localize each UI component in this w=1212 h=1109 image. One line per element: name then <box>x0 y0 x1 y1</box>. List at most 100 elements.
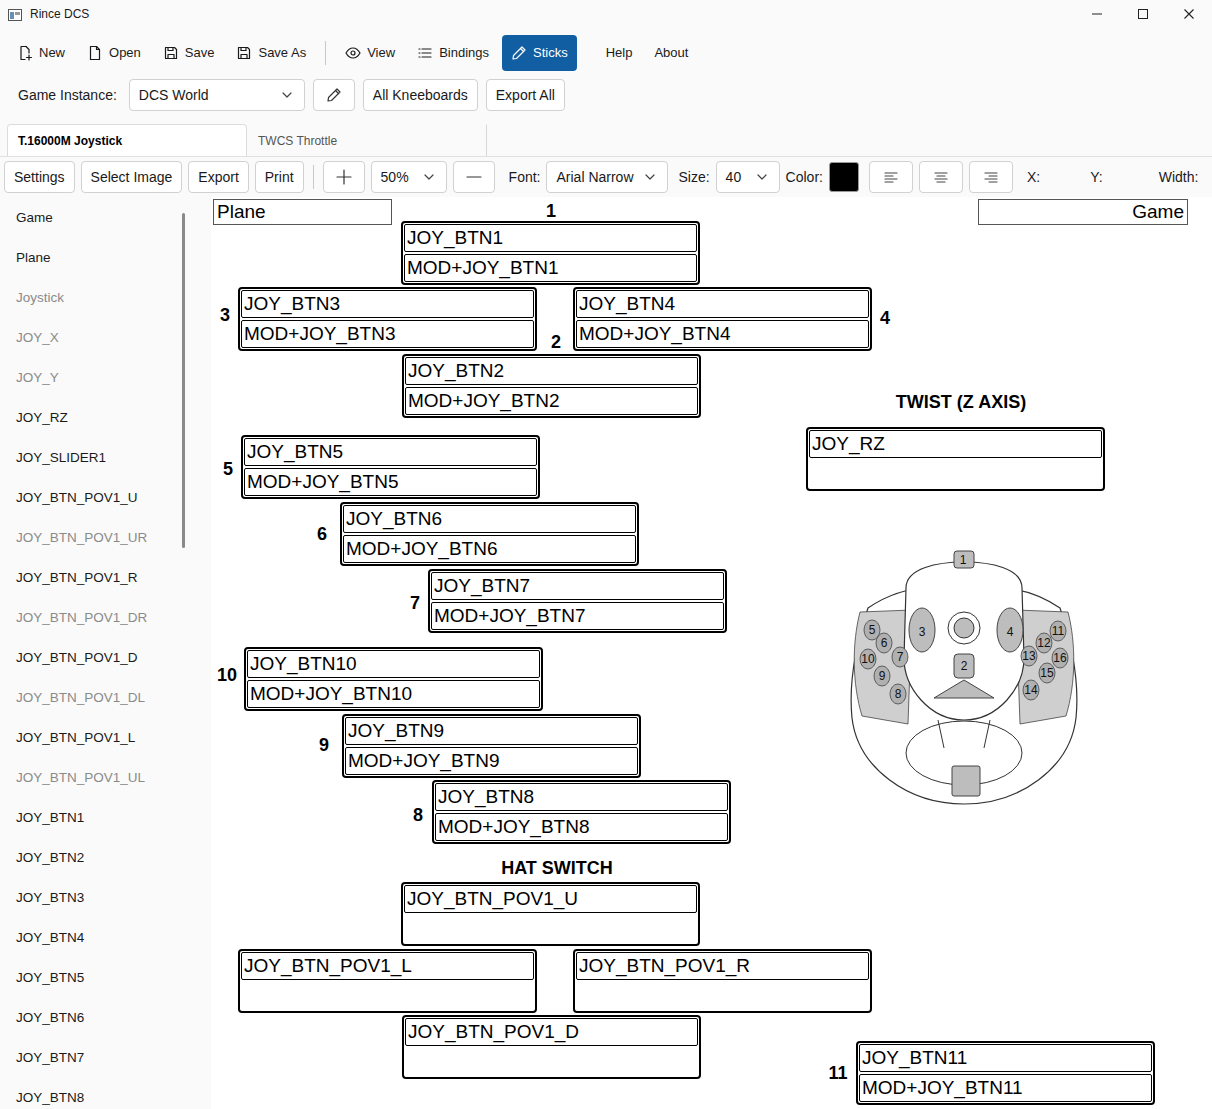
sidebar-item[interactable]: JOY_SLIDER1 <box>0 438 211 478</box>
sidebar-item[interactable]: JOY_BTN2 <box>0 838 211 878</box>
zoom-out-button[interactable] <box>453 161 495 193</box>
binding-primary[interactable]: JOY_BTN2 <box>405 357 698 385</box>
font-select[interactable]: Arial Narrow <box>546 161 668 193</box>
binding-box[interactable]: JOY_BTN5MOD+JOY_BTN5 <box>241 435 540 499</box>
color-swatch[interactable] <box>829 162 859 192</box>
scrollbar[interactable] <box>182 213 185 548</box>
binding-modified[interactable]: MOD+JOY_BTN6 <box>343 535 636 563</box>
tab[interactable]: TWCS Throttle <box>247 124 487 156</box>
binding-box[interactable]: JOY_BTN_POV1_R <box>573 949 872 1013</box>
toolbar-button[interactable]: Open <box>78 35 150 71</box>
sidebar-item[interactable]: JOY_BTN_POV1_DL <box>0 678 211 718</box>
sidebar-item[interactable]: Joystick <box>0 278 211 318</box>
all-kneeboards-button[interactable]: All Kneeboards <box>363 79 478 111</box>
binding-modified[interactable]: MOD+JOY_BTN9 <box>345 747 638 775</box>
sidebar-item[interactable]: JOY_BTN8 <box>0 1078 211 1109</box>
sidebar-item[interactable]: JOY_BTN_POV1_UR <box>0 518 211 558</box>
binding-box[interactable]: JOY_BTN6MOD+JOY_BTN6 <box>340 502 639 566</box>
sidebar-item[interactable]: JOY_BTN_POV1_D <box>0 638 211 678</box>
binding-box[interactable]: JOY_RZ <box>806 427 1105 491</box>
sidebar-item[interactable]: JOY_BTN1 <box>0 798 211 838</box>
binding-primary[interactable]: JOY_BTN10 <box>247 650 540 678</box>
binding-box[interactable]: JOY_BTN9MOD+JOY_BTN9 <box>342 714 641 778</box>
binding-primary[interactable]: JOY_BTN4 <box>576 290 869 318</box>
toolbar-button[interactable]: Sticks <box>502 35 577 71</box>
sidebar-item[interactable]: Plane <box>0 238 211 278</box>
binding-box[interactable]: JOY_BTN_POV1_U <box>401 882 700 946</box>
print-button[interactable]: Print <box>255 161 304 193</box>
binding-modified[interactable]: MOD+JOY_BTN2 <box>405 387 698 415</box>
canvas-field[interactable]: Plane <box>213 199 392 225</box>
sidebar-item[interactable]: JOY_RZ <box>0 398 211 438</box>
export-button[interactable]: Export <box>188 161 248 193</box>
sidebar-item[interactable]: JOY_BTN4 <box>0 918 211 958</box>
canvas-heading[interactable]: HAT SWITCH <box>501 859 613 879</box>
sidebar-item[interactable]: JOY_BTN_POV1_DR <box>0 598 211 638</box>
select-image-button[interactable]: Select Image <box>81 161 183 193</box>
size-select[interactable]: 40 <box>716 161 780 193</box>
binding-modified[interactable]: MOD+JOY_BTN11 <box>859 1074 1152 1102</box>
binding-modified[interactable]: MOD+JOY_BTN10 <box>247 680 540 708</box>
toolbar-button[interactable]: New <box>8 35 74 71</box>
tab[interactable]: T.16000M Joystick <box>7 124 247 156</box>
align-button[interactable] <box>969 161 1013 193</box>
binding-modified[interactable]: MOD+JOY_BTN5 <box>244 468 537 496</box>
binding-modified[interactable] <box>404 915 697 943</box>
binding-box[interactable]: JOY_BTN10MOD+JOY_BTN10 <box>244 647 543 711</box>
edit-instance-button[interactable] <box>313 79 355 111</box>
binding-box[interactable]: JOY_BTN7MOD+JOY_BTN7 <box>428 569 727 633</box>
binding-box[interactable]: JOY_BTN1MOD+JOY_BTN1 <box>401 221 700 285</box>
binding-box[interactable]: JOY_BTN_POV1_L <box>238 949 537 1013</box>
sidebar-item[interactable]: JOY_X <box>0 318 211 358</box>
toolbar-button[interactable]: Save As <box>227 35 315 71</box>
sidebar-item[interactable]: JOY_BTN7 <box>0 1038 211 1078</box>
binding-primary[interactable]: JOY_BTN11 <box>859 1044 1152 1072</box>
binding-primary[interactable]: JOY_BTN9 <box>345 717 638 745</box>
maximize-icon[interactable] <box>1120 0 1166 28</box>
zoom-select[interactable]: 50% <box>371 161 447 193</box>
binding-box[interactable]: JOY_BTN_POV1_D <box>402 1015 701 1079</box>
binding-primary[interactable]: JOY_BTN5 <box>244 438 537 466</box>
sidebar-item[interactable]: JOY_BTN_POV1_U <box>0 478 211 518</box>
binding-modified[interactable] <box>576 982 869 1010</box>
binding-box[interactable]: JOY_BTN8MOD+JOY_BTN8 <box>432 780 731 844</box>
align-button[interactable] <box>919 161 963 193</box>
binding-primary[interactable]: JOY_BTN6 <box>343 505 636 533</box>
layout-canvas[interactable]: PlaneGameHAT SWITCHTWIST (Z AXIS)JOY_BTN… <box>211 197 1190 1109</box>
toolbar-button[interactable]: Help <box>597 35 642 71</box>
binding-primary[interactable]: JOY_BTN8 <box>435 783 728 811</box>
align-button[interactable] <box>869 161 913 193</box>
binding-primary[interactable]: JOY_BTN_POV1_L <box>241 952 534 980</box>
sidebar-item[interactable]: JOY_BTN5 <box>0 958 211 998</box>
sidebar-item[interactable]: JOY_Y <box>0 358 211 398</box>
binding-modified[interactable]: MOD+JOY_BTN4 <box>576 320 869 348</box>
binding-modified[interactable] <box>241 982 534 1010</box>
binding-modified[interactable]: MOD+JOY_BTN7 <box>431 602 724 630</box>
sidebar-item[interactable]: Game <box>0 198 211 238</box>
settings-button[interactable]: Settings <box>4 161 75 193</box>
binding-primary[interactable]: JOY_BTN_POV1_D <box>405 1018 698 1046</box>
sidebar-item[interactable]: JOY_BTN_POV1_UL <box>0 758 211 798</box>
sidebar-item[interactable]: JOY_BTN_POV1_L <box>0 718 211 758</box>
binding-modified[interactable]: MOD+JOY_BTN8 <box>435 813 728 841</box>
binding-primary[interactable]: JOY_BTN_POV1_R <box>576 952 869 980</box>
binding-box[interactable]: JOY_BTN11MOD+JOY_BTN11 <box>856 1041 1155 1105</box>
zoom-in-button[interactable] <box>323 161 365 193</box>
binding-primary[interactable]: JOY_BTN1 <box>404 224 697 252</box>
binding-box[interactable]: JOY_BTN2MOD+JOY_BTN2 <box>402 354 701 418</box>
binding-primary[interactable]: JOY_BTN3 <box>241 290 534 318</box>
minimize-icon[interactable] <box>1074 0 1120 28</box>
sidebar-item[interactable]: JOY_BTN_POV1_R <box>0 558 211 598</box>
export-all-button[interactable]: Export All <box>486 79 565 111</box>
binding-primary[interactable]: JOY_BTN_POV1_U <box>404 885 697 913</box>
close-icon[interactable] <box>1166 0 1212 28</box>
instance-select[interactable]: DCS World <box>129 79 305 111</box>
canvas-field[interactable]: Game <box>978 199 1188 225</box>
toolbar-button[interactable]: Bindings <box>408 35 498 71</box>
binding-box[interactable]: JOY_BTN4MOD+JOY_BTN4 <box>573 287 872 351</box>
sidebar-item[interactable]: JOY_BTN3 <box>0 878 211 918</box>
toolbar-button[interactable]: View <box>336 35 404 71</box>
binding-modified[interactable]: MOD+JOY_BTN3 <box>241 320 534 348</box>
binding-primary[interactable]: JOY_BTN7 <box>431 572 724 600</box>
binding-box[interactable]: JOY_BTN3MOD+JOY_BTN3 <box>238 287 537 351</box>
